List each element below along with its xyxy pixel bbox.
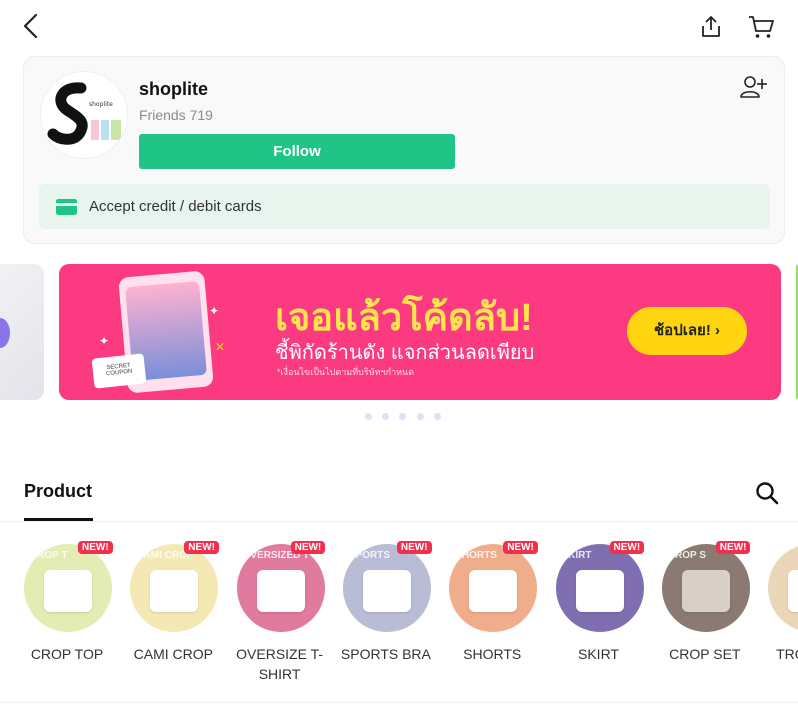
divider: [0, 702, 798, 703]
shop-card: shoplite shoplite Friends 719 Follow Acc…: [23, 56, 785, 244]
category-item[interactable]: TRO: [766, 540, 798, 690]
previous-banner-peek[interactable]: [0, 264, 44, 400]
category-item[interactable]: CROP T NEW! CROP TOP: [22, 540, 128, 690]
logo-wordmark: shoplite: [89, 101, 113, 108]
banner-shop-now-button[interactable]: ช้อปเลย! ›: [627, 307, 747, 355]
credit-card-icon: [56, 199, 77, 215]
category-image: OVERSIZED T: [236, 544, 325, 632]
category-garment: [44, 570, 92, 612]
sparkle-icon: ✕: [215, 340, 226, 354]
category-item[interactable]: SKIRT NEW! SKIRT: [554, 540, 660, 690]
category-garment: [575, 570, 624, 612]
sparkle-icon: ✦: [99, 334, 110, 348]
promo-banner[interactable]: SECRET COUPON ✦ ✦ ✕ เจอแล้วโค้ดลับ! ชี้พ…: [59, 264, 781, 400]
new-badge: NEW!: [78, 541, 113, 554]
category-image: SHORTS: [449, 544, 538, 632]
category-garment: [788, 570, 798, 612]
shop-logo-image: shoplite: [41, 72, 127, 158]
category-image: [768, 544, 798, 632]
category-garment: [362, 570, 411, 612]
new-badge: NEW!: [609, 541, 645, 554]
add-friend-icon: [740, 76, 767, 98]
category-label: SPORTS BRA: [340, 646, 431, 662]
shop-logo[interactable]: shoplite: [40, 71, 128, 159]
active-tab-indicator: [24, 518, 93, 521]
carousel-dot[interactable]: [434, 413, 441, 420]
category-image: CROP S: [661, 544, 750, 632]
category-image: CROP T: [24, 544, 112, 632]
share-icon: [702, 16, 720, 37]
category-garment: [469, 570, 518, 612]
category-item[interactable]: CROP S NEW! CROP SET: [660, 540, 766, 690]
category-image: SKIRT: [555, 544, 644, 632]
tab-bar: Product: [0, 470, 798, 522]
payment-label: Accept credit / debit cards: [89, 198, 262, 215]
carousel-dot[interactable]: [365, 413, 372, 420]
category-garment: [681, 570, 730, 612]
category-garment: [150, 570, 199, 612]
back-button[interactable]: [20, 12, 44, 40]
shop-name: shoplite: [139, 79, 209, 99]
category-item[interactable]: OVERSIZED T NEW! OVERSIZE T-SHIRT: [235, 540, 341, 690]
banner-subtitle: ชี้พิกัดร้านดัง แจกส่วนลดเพียบ: [275, 342, 535, 364]
carousel-dot[interactable]: [399, 413, 406, 420]
category-item[interactable]: CAMI CROP NEW! CAMI CROP: [128, 540, 234, 690]
search-button[interactable]: [755, 481, 779, 505]
new-badge: NEW!: [290, 541, 326, 554]
chevron-left-icon: [23, 13, 38, 39]
category-label: TRO: [776, 646, 798, 662]
category-garment: [256, 570, 305, 612]
category-label: CROP TOP: [30, 646, 104, 662]
sparkle-icon: ✦: [209, 304, 220, 318]
category-item[interactable]: SHORTS NEW! SHORTS: [447, 540, 553, 690]
category-list: CROP T NEW! CROP TOP CAMI CROP NEW! CAMI CROP…: [0, 540, 798, 690]
category-image: CAMI CROP: [130, 544, 219, 632]
new-badge: NEW!: [396, 541, 432, 554]
search-icon: [756, 482, 779, 505]
category-item[interactable]: SPORTS NEW! SPORTS BRA: [341, 540, 447, 690]
banner-coupon-card: SECRET COUPON: [91, 353, 147, 389]
category-label: CROP SET: [669, 646, 741, 662]
category-label: SKIRT: [578, 646, 619, 662]
cart-button[interactable]: [747, 14, 775, 40]
category-label: CAMI CROP: [133, 646, 213, 662]
tab-product[interactable]: Product: [24, 481, 92, 502]
new-badge: NEW!: [184, 541, 219, 554]
new-badge: NEW!: [503, 541, 538, 554]
new-badge: NEW!: [715, 541, 751, 554]
top-bar: [0, 0, 798, 52]
category-image: SPORTS: [342, 544, 431, 632]
category-label: SHORTS: [463, 646, 522, 662]
carousel-dot[interactable]: [417, 413, 424, 420]
previous-banner-decoration: [0, 318, 10, 348]
category-label: OVERSIZE T-SHIRT: [236, 646, 324, 682]
banner-carousel[interactable]: SECRET COUPON ✦ ✦ ✕ เจอแล้วโค้ดลับ! ชี้พ…: [0, 264, 798, 400]
friends-count: Friends 719: [139, 107, 213, 123]
share-button[interactable]: [698, 14, 724, 40]
add-friend-button[interactable]: [740, 75, 768, 99]
payment-info: Accept credit / debit cards: [39, 184, 770, 229]
carousel-dot[interactable]: [382, 413, 389, 420]
banner-note: *เงื่อนไขเป็นไปตามที่บริษัทฯกำหนด: [277, 367, 415, 377]
follow-button[interactable]: Follow: [139, 134, 455, 169]
cart-icon: [749, 16, 774, 38]
